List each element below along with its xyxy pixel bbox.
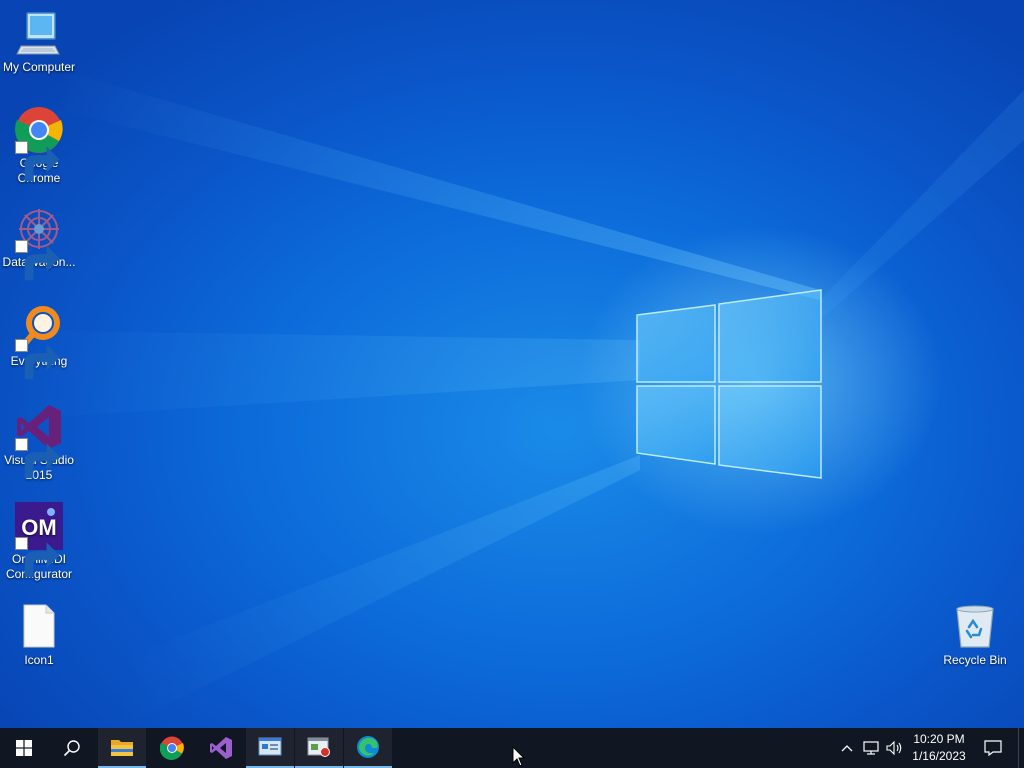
desktop-icon-google-chrome[interactable]: Google Chrome <box>1 106 77 186</box>
taskbar-microsoft-edge[interactable] <box>344 728 392 768</box>
desktop-icon-label: My Computer <box>2 60 76 74</box>
desktop-icon-visual-studio-2015[interactable]: Visual Studio 2015 <box>1 403 77 483</box>
start-windows-icon <box>16 740 32 756</box>
clock[interactable]: 10:20 PM 1/16/2023 <box>906 731 972 765</box>
taskbar-visual-studio[interactable] <box>197 728 245 768</box>
desktop-icon-everything[interactable]: Everything <box>1 304 77 380</box>
start-button[interactable] <box>0 728 48 768</box>
show-hidden-icons-chevron-icon <box>841 745 853 752</box>
everything-search-icon <box>15 304 63 380</box>
desktop-icon-my-computer[interactable]: My Computer <box>1 10 77 75</box>
action-center-button[interactable] <box>978 728 1008 768</box>
chrome-icon <box>160 736 184 760</box>
taskbar-file-explorer[interactable] <box>98 728 146 768</box>
volume-icon <box>886 741 902 755</box>
show-hidden-icons-button[interactable] <box>836 728 858 768</box>
notifications-icon <box>984 740 1002 756</box>
desktop[interactable]: My Computer Google Chrome <box>0 0 1024 728</box>
shortcut-arrow-icon <box>15 438 60 479</box>
control-panel-icon <box>258 737 282 756</box>
edge-icon <box>357 736 379 758</box>
computer-icon <box>15 10 63 58</box>
search-icon <box>63 740 80 757</box>
show-desktop-button[interactable] <box>1018 728 1024 768</box>
desktop-icon-label: Recycle Bin <box>943 653 1007 667</box>
search-button[interactable] <box>48 728 96 768</box>
desktop-icon-icon1[interactable]: Icon1 <box>1 603 77 668</box>
chrome-icon <box>15 106 63 182</box>
visual-studio-icon <box>15 403 63 479</box>
recycle-bin-icon <box>951 603 999 651</box>
screen-recorder-icon <box>307 737 330 757</box>
clock-date: 1/16/2023 <box>912 749 966 763</box>
file-icon <box>15 603 63 651</box>
taskbar-screen-recorder[interactable] <box>295 728 343 768</box>
network-button[interactable] <box>860 728 882 768</box>
taskbar-google-chrome[interactable] <box>148 728 196 768</box>
desktop-icon-datawagon[interactable]: DataWagon... <box>1 205 77 281</box>
windows-logo-wallpaper <box>636 289 822 479</box>
wallpaper-light-beams <box>0 70 1024 728</box>
file-explorer-icon <box>111 740 133 756</box>
shortcut-arrow-icon <box>15 339 60 380</box>
mouse-cursor-icon <box>512 746 526 767</box>
desktop-icon-recycle-bin[interactable]: Recycle Bin <box>937 603 1013 668</box>
desktop-icon-omnimidi-configurator[interactable]: OM OmniMIDI Configurator <box>1 502 77 582</box>
shortcut-arrow-icon <box>15 141 60 182</box>
shortcut-arrow-icon <box>15 240 60 281</box>
taskbar-control-panel[interactable] <box>246 728 294 768</box>
network-icon <box>863 741 879 755</box>
desktop-icon-label: Icon1 <box>24 653 54 667</box>
volume-button[interactable] <box>884 728 906 768</box>
datawagon-icon <box>15 205 63 281</box>
visual-studio-icon <box>210 737 232 759</box>
clock-time: 10:20 PM <box>913 732 965 746</box>
omnimidi-icon: OM <box>15 502 63 578</box>
shortcut-arrow-icon <box>15 537 60 578</box>
